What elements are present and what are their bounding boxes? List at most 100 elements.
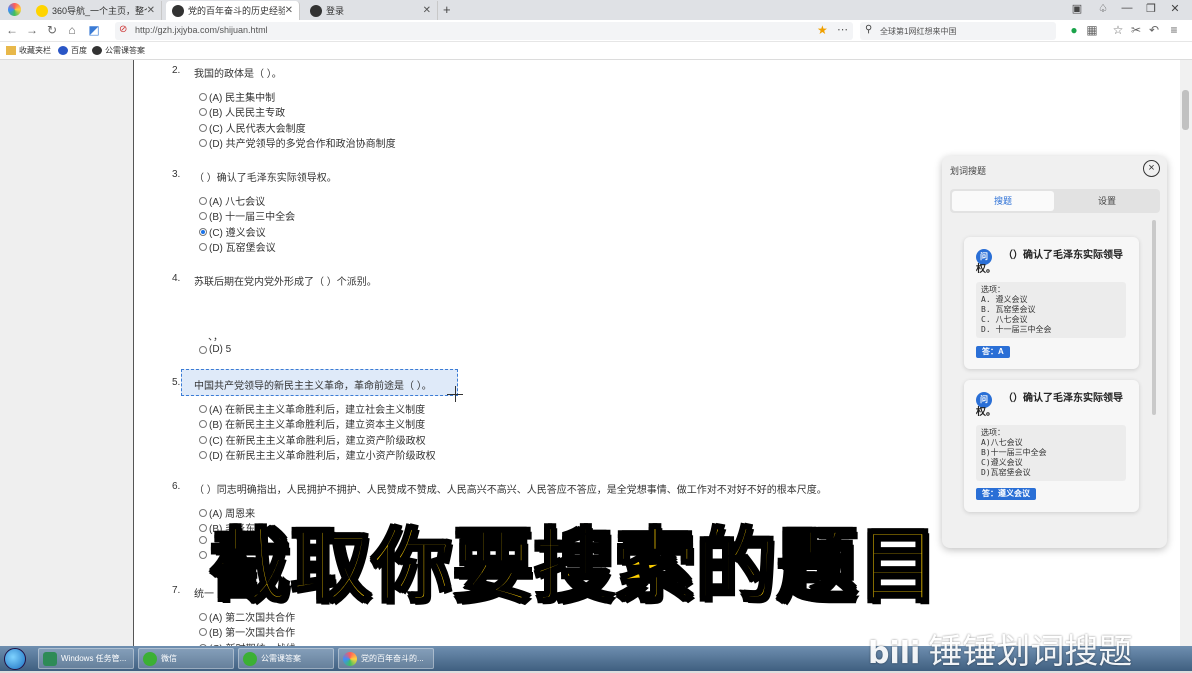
radio-button[interactable] xyxy=(199,612,207,621)
restore-icon[interactable]: ❐ xyxy=(1140,2,1162,15)
tab-360-icon xyxy=(36,4,48,17)
panel-title: 划词搜题 xyxy=(950,166,987,176)
apps-grid-icon[interactable]: ▦ xyxy=(1084,23,1100,37)
bookmark-favorites[interactable]: 收藏夹栏 xyxy=(6,45,51,56)
radio-button[interactable] xyxy=(199,536,207,544)
close-icon[interactable]: × xyxy=(1143,160,1160,177)
new-tab-button[interactable]: + xyxy=(443,2,451,17)
menu-icon[interactable]: ≡ xyxy=(1166,23,1182,37)
browser-logo-icon[interactable] xyxy=(8,3,21,16)
tab-close-icon[interactable]: ✕ xyxy=(285,5,293,16)
tab-login[interactable]: 登录 ✕ xyxy=(304,1,438,20)
radio-button[interactable] xyxy=(199,627,207,636)
minimize-icon[interactable]: — xyxy=(1116,2,1138,14)
wechat-icon xyxy=(243,651,257,666)
result-card: 问 （）确认了毛泽东实际领导权。 选项： A. 遵义会议 B. 瓦窑堡会议 C.… xyxy=(964,237,1139,369)
refresh-icon[interactable]: ↻ xyxy=(44,23,60,37)
result-options: 选项： A)八七会议 B)十一届三中全会 C)遵义会议 D)瓦窑堡会议 xyxy=(976,425,1126,481)
option-radio[interactable]: (B) 第一次国共合作 xyxy=(199,624,295,639)
start-button-icon[interactable] xyxy=(4,648,26,670)
option-line: D)瓦窑堡会议 xyxy=(981,468,1031,477)
radio-button[interactable] xyxy=(199,508,207,517)
close-window-icon[interactable]: ✕ xyxy=(1164,2,1186,15)
shield-icon[interactable]: ● xyxy=(1066,23,1082,37)
option-radio[interactable] xyxy=(199,551,209,559)
answer-badge: 答：遵义会议 xyxy=(976,488,1036,500)
option-radio[interactable]: (A) 在新民主主义革命胜利后，建立社会主义制度 xyxy=(199,401,425,416)
option-label: (B) 十一届三中全会 xyxy=(209,212,296,223)
radio-button[interactable] xyxy=(199,138,207,147)
option-radio[interactable]: (B) 十一届三中全会 xyxy=(199,208,295,223)
radio-button-selected[interactable] xyxy=(199,227,207,236)
home-icon[interactable]: ⌂ xyxy=(64,23,80,37)
undo-icon[interactable]: ↶ xyxy=(1146,23,1162,37)
address-bar[interactable]: ⊘ http://gzh.jxjyba.com/shijuan.html ★ ⋯ xyxy=(115,22,853,40)
page-scrollbar-thumb[interactable] xyxy=(1182,90,1189,130)
favorite-star-icon[interactable]: ★ xyxy=(817,23,828,37)
forward-icon[interactable]: → xyxy=(24,23,40,37)
radio-button[interactable] xyxy=(199,211,207,220)
bookmark-label: 收藏夹栏 xyxy=(19,46,51,55)
option-radio[interactable] xyxy=(199,536,209,544)
radio-button[interactable] xyxy=(199,345,207,354)
question-text: （ ）同志明确指出，人民拥护不拥护、人民赞成不赞成、人民高兴不高兴、人民答应不答… xyxy=(194,485,827,496)
option-label: (A) 民主集中制 xyxy=(209,93,276,104)
option-radio[interactable]: (A) 民主集中制 xyxy=(199,89,275,104)
option-radio[interactable]: (D) 瓦窑堡会议 xyxy=(199,239,276,254)
radio-button[interactable] xyxy=(199,450,207,459)
url-text: http://gzh.jxjyba.com/shijuan.html xyxy=(135,25,268,35)
radio-button[interactable] xyxy=(199,419,207,428)
shirt-icon[interactable]: ♤ xyxy=(1092,2,1114,15)
radio-button[interactable] xyxy=(199,123,207,132)
page-scrollbar[interactable] xyxy=(1180,60,1192,646)
bookmark-baidu[interactable]: 百度 xyxy=(58,45,87,56)
search-input[interactable]: ⚲ 全球第1网红想来中国 xyxy=(860,22,1056,40)
option-label: (D) 在新民主主义革命胜利后，建立小资产阶级政权 xyxy=(209,451,436,462)
cut-icon[interactable]: ✂ xyxy=(1128,23,1144,37)
option-radio[interactable]: (D) 5 xyxy=(199,344,231,355)
tab-site-icon xyxy=(310,4,322,17)
radio-button[interactable] xyxy=(199,523,207,532)
option-radio[interactable]: (C) 在新民主主义革命胜利后，建立资产阶级政权 xyxy=(199,432,426,447)
radio-button[interactable] xyxy=(199,92,207,101)
bookmarks-bar: 收藏夹栏 百度 公需课答案 xyxy=(0,42,1192,60)
option-radio[interactable]: (A) 八七会议 xyxy=(199,193,265,208)
taskbar-item-task-manager[interactable]: Windows 任务管... xyxy=(38,648,134,669)
option-radio[interactable]: (D) 共产党领导的多党合作和政治协商制度 xyxy=(199,135,396,150)
user-icon[interactable]: ▣ xyxy=(1066,2,1088,15)
radio-button[interactable] xyxy=(199,551,207,559)
tab-search[interactable]: 搜题 xyxy=(952,191,1054,211)
tab-settings[interactable]: 设置 xyxy=(1056,191,1158,211)
tab-close-icon[interactable]: ✕ xyxy=(423,5,431,16)
taskbar-item-wechat[interactable]: 微信 xyxy=(138,648,234,669)
taskbar-item-answers[interactable]: 公需课答案 xyxy=(238,648,334,669)
option-radio[interactable]: (C) 人民代表大会制度 xyxy=(199,120,306,135)
panel-scrollbar[interactable] xyxy=(1152,220,1156,415)
wechat-icon xyxy=(143,651,157,666)
collections-icon[interactable]: ☆ xyxy=(1110,23,1126,37)
crosshair-cursor-bar xyxy=(447,394,463,395)
back-icon[interactable]: ← xyxy=(4,23,20,37)
option-radio[interactable]: (B) 在新民主主义革命胜利后，建立资本主义制度 xyxy=(199,416,425,431)
option-line: C)遵义会议 xyxy=(981,458,1023,467)
watermark-text: 锤锤划词搜题 xyxy=(928,632,1133,672)
taskbar-item-browser[interactable]: 党的百年奋斗的... xyxy=(338,648,434,669)
option-label: (C) 在新民主主义革命胜利后，建立资产阶级政权 xyxy=(209,436,426,447)
option-radio[interactable]: (B) 人民民主专政 xyxy=(199,104,285,119)
more-icon[interactable]: ⋯ xyxy=(837,23,848,36)
extension-icon[interactable]: ◩ xyxy=(86,23,102,37)
radio-button[interactable] xyxy=(199,404,207,413)
tab-history-exp[interactable]: 党的百年奋斗的历史经验 ✕ xyxy=(166,1,300,20)
radio-button[interactable] xyxy=(199,107,207,116)
option-radio[interactable]: (D) 在新民主主义革命胜利后，建立小资产阶级政权 xyxy=(199,447,436,462)
radio-button[interactable] xyxy=(199,242,207,251)
bookmark-answers[interactable]: 公需课答案 xyxy=(92,45,145,56)
question-text: 中国共产党领导的新民主主义革命，革命前途是（ ）。 xyxy=(194,381,432,392)
tab-site-icon xyxy=(172,4,184,17)
radio-button[interactable] xyxy=(199,435,207,444)
option-radio[interactable]: (C) 遵义会议 xyxy=(199,224,266,239)
taskbar-label: Windows 任务管... xyxy=(61,654,127,663)
radio-button[interactable] xyxy=(199,196,207,205)
tab-360-nav[interactable]: 360导航_一个主页，整个世界 ✕ xyxy=(30,1,162,20)
tab-close-icon[interactable]: ✕ xyxy=(147,5,155,16)
